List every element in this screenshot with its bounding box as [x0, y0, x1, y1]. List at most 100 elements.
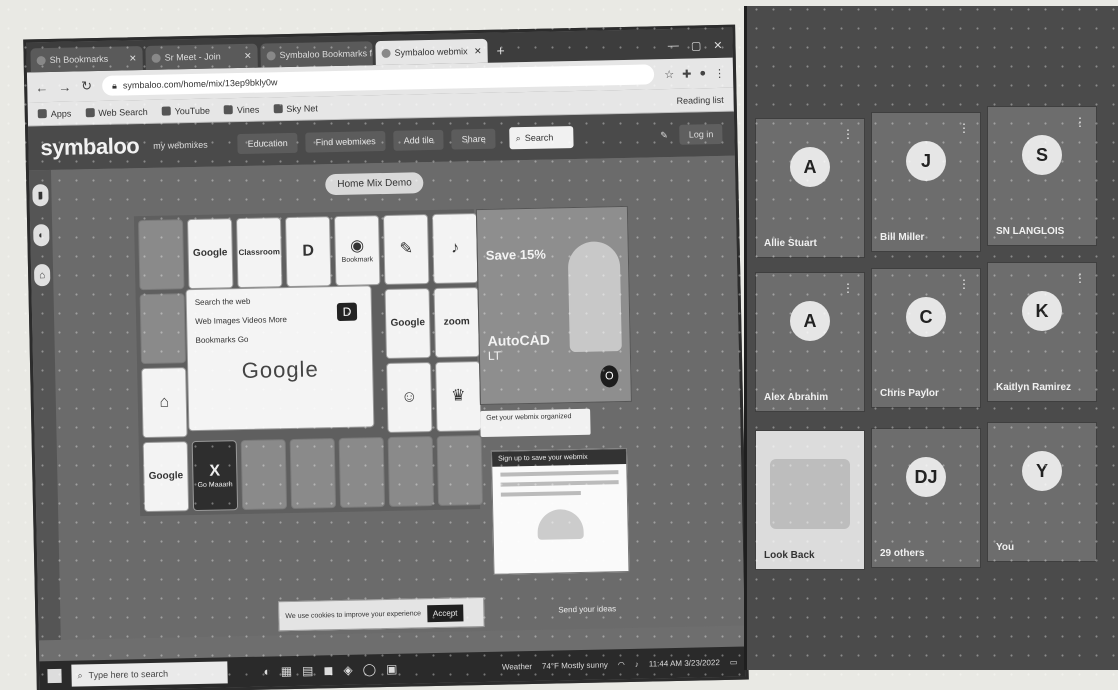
tile-face[interactable]: ☺ [386, 362, 433, 433]
bookmark-apps[interactable]: Apps [37, 108, 71, 119]
tile[interactable] [436, 435, 484, 506]
task-view-icon[interactable]: ◐ [263, 664, 271, 678]
more-options-icon[interactable]: ⋮ [958, 277, 970, 291]
extensions-icon[interactable]: ✚ [682, 67, 691, 80]
search-icon: ⌕ [77, 669, 83, 681]
others-tile[interactable]: DJ 29 others [871, 428, 981, 568]
rail-item-icon[interactable]: ⌂ [33, 264, 51, 287]
clock[interactable]: 11:44 AM 3/23/2022 [649, 658, 720, 668]
tile-d[interactable]: D [284, 216, 332, 288]
forward-icon[interactable]: → [58, 79, 71, 94]
bookmark-vines[interactable]: Vines [223, 104, 260, 115]
clock-date: 3/23/2022 [684, 657, 720, 668]
close-tab-icon[interactable]: ✕ [244, 50, 252, 61]
webmix-tabs[interactable]: Home Mix Demo [325, 172, 424, 196]
widget-tab-labels[interactable]: Web Images Videos More [195, 315, 287, 326]
signup-card[interactable]: Sign up to save your webmix [490, 447, 630, 575]
weather-status[interactable]: 74°F Mostly sunny [542, 660, 608, 670]
more-options-icon[interactable]: ⋮ [958, 121, 970, 135]
rail-item-icon[interactable]: ◐ [33, 224, 50, 247]
tile-classroom[interactable]: Classroom [236, 217, 283, 289]
close-tab-icon[interactable]: ✕ [474, 45, 482, 56]
tile-crown[interactable]: ♛ [435, 361, 482, 432]
bookmark-web-search[interactable]: Web Search [85, 106, 148, 117]
nav-find-webmixes[interactable]: Find webmixes [305, 130, 386, 153]
tile[interactable] [289, 438, 337, 510]
widget-search-labels[interactable]: Bookmarks Go [195, 335, 248, 345]
back-icon[interactable]: ← [35, 80, 48, 95]
tile[interactable] [338, 437, 386, 508]
my-webmixes-link[interactable]: my webmixes [153, 140, 208, 151]
pencil-icon[interactable]: ✎ [660, 130, 668, 141]
self-tile[interactable]: Y You [987, 422, 1097, 562]
bookmark-youtube[interactable]: YouTube [161, 105, 210, 116]
tile-zoom[interactable]: zoom [433, 287, 480, 358]
tile[interactable] [240, 439, 288, 511]
taskbar-apps: ◐ ▦ ▤ ◼ ◈ ◯ ▣ [263, 662, 397, 679]
chrome-icon[interactable]: ◯ [362, 662, 376, 676]
reload-icon[interactable]: ↻ [81, 78, 92, 94]
more-options-icon[interactable]: ⋮ [1074, 271, 1086, 285]
taskbar-search-input[interactable]: ⌕ Type here to search [71, 661, 228, 687]
bookmark-label: Vines [236, 104, 260, 115]
nav-education[interactable]: Education [237, 132, 298, 155]
tile[interactable] [139, 293, 187, 365]
tile-edit[interactable]: ✎ [382, 214, 430, 286]
login-button[interactable]: Log in [679, 123, 723, 145]
more-options-icon[interactable]: ⋮ [842, 281, 854, 295]
close-window-button[interactable]: ✕ [713, 39, 722, 52]
notice-card[interactable]: Get your webmix organized [480, 408, 591, 438]
close-tab-icon[interactable]: ✕ [129, 53, 137, 64]
menu-icon[interactable]: ⋮ [714, 66, 725, 79]
tab-bookmarks[interactable]: Sh Bookmarks ✕ [30, 46, 143, 73]
participant-tile[interactable]: Look Back [755, 430, 865, 570]
new-tab-button[interactable]: + [490, 42, 511, 62]
participant-avatar: K [1022, 291, 1062, 331]
weather-label[interactable]: Weather [502, 662, 532, 672]
tile[interactable] [387, 436, 435, 507]
tile-google[interactable]: Google [384, 288, 431, 360]
tile-music[interactable]: ♪ [431, 213, 479, 284]
nav-add-tile[interactable]: Add tile [393, 129, 444, 151]
windows-start-icon[interactable] [47, 668, 62, 684]
more-options-icon[interactable]: ⋮ [842, 127, 854, 141]
network-icon[interactable]: ◠ [618, 660, 625, 669]
notifications-icon[interactable]: ▭ [730, 657, 738, 666]
participant-tile[interactable]: ⋮ C Chris Paylor [871, 268, 981, 408]
minimize-button[interactable]: — [668, 40, 679, 53]
tile-bookmark[interactable]: ◉ Bookmark [333, 215, 381, 287]
tab-meet[interactable]: Sr Meet - Join ✕ [145, 43, 258, 70]
teams-icon[interactable]: ▣ [386, 662, 398, 676]
mail-icon[interactable]: ◼ [323, 663, 333, 677]
symbaloo-logo[interactable]: symbaloo [40, 133, 139, 161]
tile[interactable] [138, 219, 185, 291]
participant-tile[interactable]: ⋮ K Kaitlyn Ramirez [987, 262, 1097, 402]
tab-symbaloo-webmix[interactable]: Symbaloo webmix ✕ [375, 38, 488, 66]
profile-icon[interactable]: ● [699, 67, 706, 80]
tab-symbaloo-bookmarks[interactable]: Symbaloo Bookmarks for Sch ✕ [260, 41, 373, 68]
more-options-icon[interactable]: ⋮ [1074, 115, 1086, 129]
participant-tile[interactable]: ⋮ S SN LANGLOIS [987, 106, 1097, 246]
rail-item-icon[interactable]: ▮ [32, 184, 49, 207]
tile-x[interactable]: X Go Maaarh [191, 440, 239, 512]
reading-list-button[interactable]: Reading list [677, 94, 724, 105]
feedback-link[interactable]: Send your ideas [558, 604, 616, 614]
maximize-button[interactable]: ▢ [691, 39, 702, 52]
symbaloo-search-input[interactable]: ⌕ Search [509, 126, 574, 150]
participant-tile[interactable]: ⋮ J Bill Miller [871, 112, 981, 252]
volume-icon[interactable]: ♪ [635, 659, 639, 668]
tile-google[interactable]: Google [187, 218, 234, 290]
nav-share[interactable]: Share [451, 128, 496, 150]
advertisement[interactable]: Save 15% AutoCAD LT O [475, 205, 632, 406]
widget-search-row[interactable]: Bookmarks Go [195, 332, 363, 345]
file-explorer-icon[interactable]: ▦ [281, 664, 293, 678]
tile-home[interactable]: ⌂ [141, 367, 188, 439]
tile-google[interactable]: Google [142, 441, 190, 513]
participant-tile[interactable]: ⋮ A Alex Abrahim [755, 272, 865, 412]
participant-tile[interactable]: ⋮ A Allie Stuart [755, 118, 865, 258]
edge-icon[interactable]: ◈ [343, 663, 353, 677]
bookmark-sky-net[interactable]: Sky Net [273, 103, 318, 114]
star-icon[interactable]: ☆ [664, 67, 674, 80]
accept-cookies-button[interactable]: Accept [426, 603, 464, 622]
store-icon[interactable]: ▤ [302, 664, 314, 678]
